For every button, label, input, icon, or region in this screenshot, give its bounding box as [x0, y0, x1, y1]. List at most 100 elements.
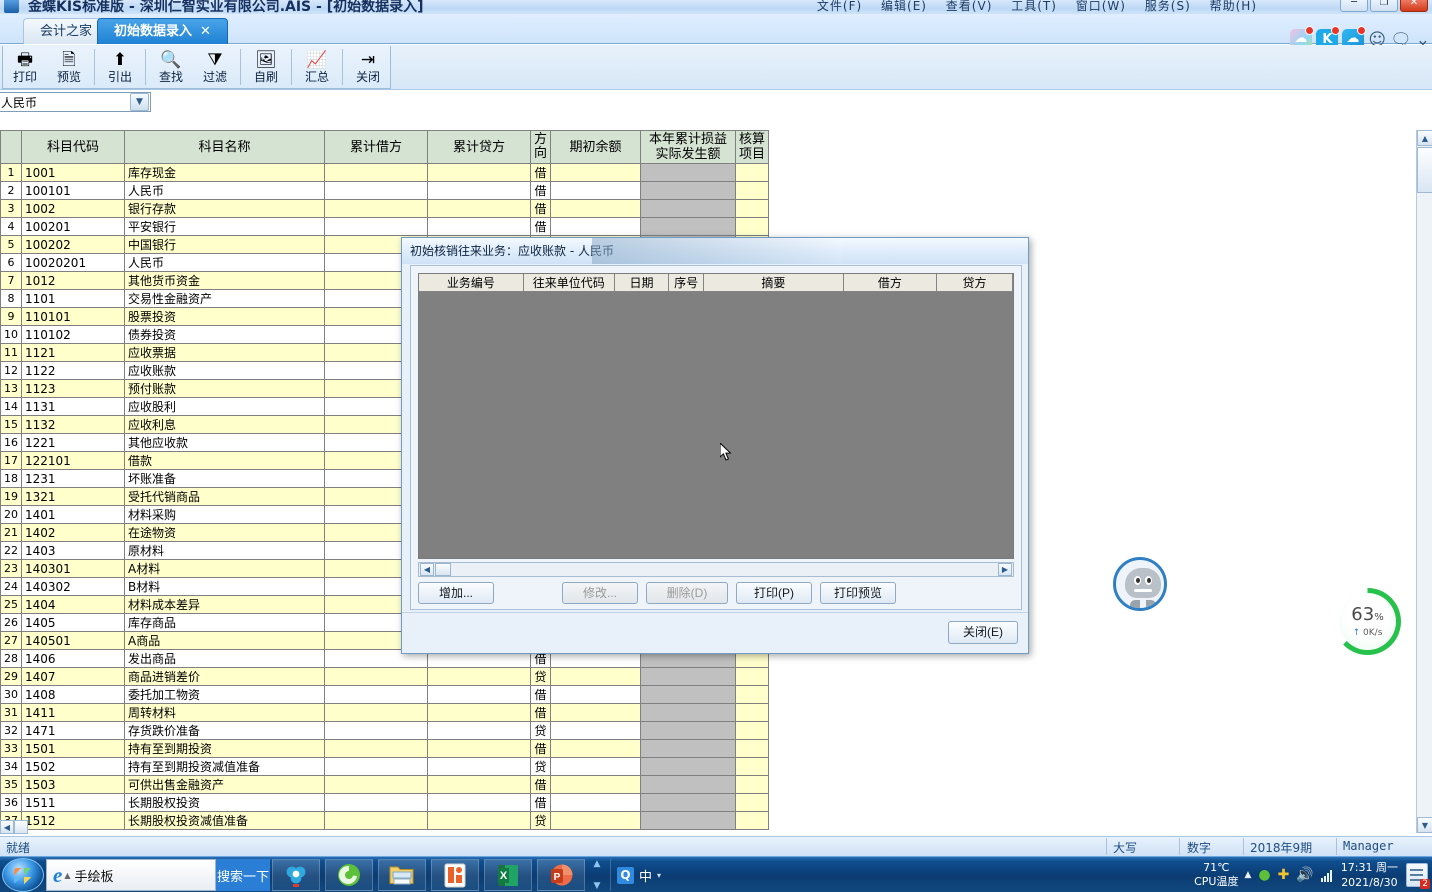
cell-accounting-item[interactable]	[734, 757, 770, 776]
menu-item-tools[interactable]: 工具(T)	[1011, 0, 1057, 13]
cell-account-name[interactable]: 交易性金融资产	[124, 289, 325, 308]
cell-ytd-profit[interactable]	[640, 811, 736, 830]
wcol-business-no[interactable]: 业务编号	[419, 274, 524, 292]
taskbar-clock[interactable]: 17:31 周一 2021/8/30	[1341, 860, 1398, 890]
cell-cumulative-debit[interactable]	[324, 703, 428, 722]
scroll-right-icon[interactable]: ▶	[998, 563, 1012, 576]
cell-account-code[interactable]: 122101	[21, 451, 125, 470]
cell-account-name[interactable]: 应收票据	[124, 343, 325, 362]
cell-accounting-item[interactable]	[734, 721, 770, 740]
show-hidden-icons-icon[interactable]: ▲	[1244, 870, 1251, 880]
cell-cumulative-credit[interactable]	[427, 685, 531, 704]
cell-account-code[interactable]: 100202	[21, 235, 125, 254]
cell-ytd-profit[interactable]	[640, 199, 736, 218]
cell-opening-balance[interactable]	[550, 667, 641, 686]
cell-account-name[interactable]: 应收利息	[124, 415, 325, 434]
cell-opening-balance[interactable]	[550, 703, 641, 722]
cell-cumulative-credit[interactable]	[427, 757, 531, 776]
taskbar-app-360se[interactable]	[325, 859, 373, 891]
cell-account-name[interactable]: 受托代销商品	[124, 487, 325, 506]
cell-accounting-item[interactable]	[734, 181, 770, 200]
cell-account-name[interactable]: 委托加工物资	[124, 685, 325, 704]
cell-cumulative-debit[interactable]	[324, 739, 428, 758]
cell-direction[interactable]: 借	[530, 775, 551, 794]
cell-cumulative-credit[interactable]	[427, 793, 531, 812]
cell-ytd-profit[interactable]	[640, 721, 736, 740]
ime-logo-icon[interactable]: Q	[617, 866, 634, 884]
cell-cumulative-debit[interactable]	[324, 811, 428, 830]
cell-accounting-item[interactable]	[734, 667, 770, 686]
cell-account-code[interactable]: 1012	[21, 271, 125, 290]
print-button[interactable]: 打印(P)	[736, 582, 812, 604]
cell-account-name[interactable]: 材料成本差异	[124, 595, 325, 614]
cell-account-name[interactable]: 人民币	[124, 181, 325, 200]
cell-account-name[interactable]: 其他货币资金	[124, 271, 325, 290]
restore-button[interactable]: ❐	[1370, 0, 1398, 12]
cell-account-code[interactable]: 1405	[21, 613, 125, 632]
cell-cumulative-credit[interactable]	[427, 775, 531, 794]
cell-account-name[interactable]: 银行存款	[124, 199, 325, 218]
cell-account-code[interactable]: 1001	[21, 163, 125, 182]
cell-direction[interactable]: 借	[530, 703, 551, 722]
cell-cumulative-credit[interactable]	[427, 181, 531, 200]
cell-direction[interactable]: 借	[530, 685, 551, 704]
cell-cumulative-credit[interactable]	[427, 739, 531, 758]
cell-cumulative-debit[interactable]	[324, 775, 428, 794]
delete-button[interactable]: 删除(D)	[646, 582, 728, 604]
cell-cumulative-debit[interactable]	[324, 721, 428, 740]
cell-opening-balance[interactable]	[550, 757, 641, 776]
search-button[interactable]: 搜索一下	[216, 859, 270, 891]
volume-icon[interactable]: 🔊	[1296, 867, 1313, 883]
minimize-button[interactable]: ─	[1340, 0, 1368, 12]
cell-cumulative-debit[interactable]	[324, 199, 428, 218]
chevron-down-icon[interactable]: ▼	[130, 93, 149, 111]
ime-language-bar[interactable]: Q 中 ▾	[610, 859, 682, 891]
network-signal-icon[interactable]	[1320, 869, 1332, 882]
menu-item-view[interactable]: 查看(V)	[946, 0, 993, 13]
cell-account-code[interactable]: 140301	[21, 559, 125, 578]
cell-account-name[interactable]: 发出商品	[124, 649, 325, 668]
cell-cumulative-credit[interactable]	[427, 721, 531, 740]
scroll-left-icon[interactable]: ◀	[420, 563, 434, 576]
menu-item-window[interactable]: 窗口(W)	[1076, 0, 1126, 13]
initial-writeoff-dialog[interactable]: 初始核销往来业务：应收账款 - 人民币 业务编号 往来单位代码 日期 序号 摘要…	[401, 237, 1029, 654]
cell-opening-balance[interactable]	[550, 163, 641, 182]
cell-opening-balance[interactable]	[550, 811, 641, 830]
tab-close-icon[interactable]: ✕	[200, 24, 211, 39]
cell-direction[interactable]: 借	[530, 793, 551, 812]
cell-account-name[interactable]: 库存现金	[124, 163, 325, 182]
ie-address-item[interactable]: e ▲ 手绘板	[46, 859, 216, 891]
scroll-down-icon[interactable]: ▼	[1417, 817, 1432, 833]
table-row[interactable]: 2 100101 人民币 借	[0, 181, 770, 200]
cpu-temperature-widget[interactable]: 71℃ CPU温度	[1194, 861, 1238, 889]
toolbar-summary-button[interactable]: 📈 汇总	[295, 46, 339, 88]
taskbar-app-powerpoint[interactable]: P	[537, 859, 585, 891]
cell-accounting-item[interactable]	[734, 811, 770, 830]
cell-account-code[interactable]: 1101	[21, 289, 125, 308]
menu-item-file[interactable]: 文件(F)	[817, 0, 862, 13]
cell-cumulative-credit[interactable]	[427, 667, 531, 686]
wcol-partner-code[interactable]: 往来单位代码	[523, 274, 615, 292]
cell-account-code[interactable]: 1404	[21, 595, 125, 614]
scroll-up-icon[interactable]: ▲	[1417, 130, 1432, 146]
cell-account-code[interactable]: 1321	[21, 487, 125, 506]
cell-cumulative-credit[interactable]	[427, 163, 531, 182]
cell-account-code[interactable]: 1406	[21, 649, 125, 668]
chevron-up-icon[interactable]: ▲	[590, 859, 604, 869]
cell-opening-balance[interactable]	[550, 775, 641, 794]
cell-account-code[interactable]: 1231	[21, 469, 125, 488]
cell-account-name[interactable]: 原材料	[124, 541, 325, 560]
cell-ytd-profit[interactable]	[640, 739, 736, 758]
cell-opening-balance[interactable]	[550, 739, 641, 758]
scroll-thumb-h[interactable]	[14, 820, 28, 834]
cell-ytd-profit[interactable]	[640, 217, 736, 236]
table-row[interactable]: 3 1002 银行存款 借	[0, 199, 770, 218]
cell-account-name[interactable]: 持有至到期投资	[124, 739, 325, 758]
dialog-title-bar[interactable]: 初始核销往来业务：应收账款 - 人民币	[402, 238, 1028, 264]
cell-cumulative-debit[interactable]	[324, 217, 428, 236]
window-controls[interactable]: ─ ❐ ✕	[1340, 0, 1428, 12]
cell-opening-balance[interactable]	[550, 217, 641, 236]
cell-cumulative-debit[interactable]	[324, 181, 428, 200]
cell-account-name[interactable]: 存货跌价准备	[124, 721, 325, 740]
close-button[interactable]: ✕	[1400, 0, 1428, 12]
